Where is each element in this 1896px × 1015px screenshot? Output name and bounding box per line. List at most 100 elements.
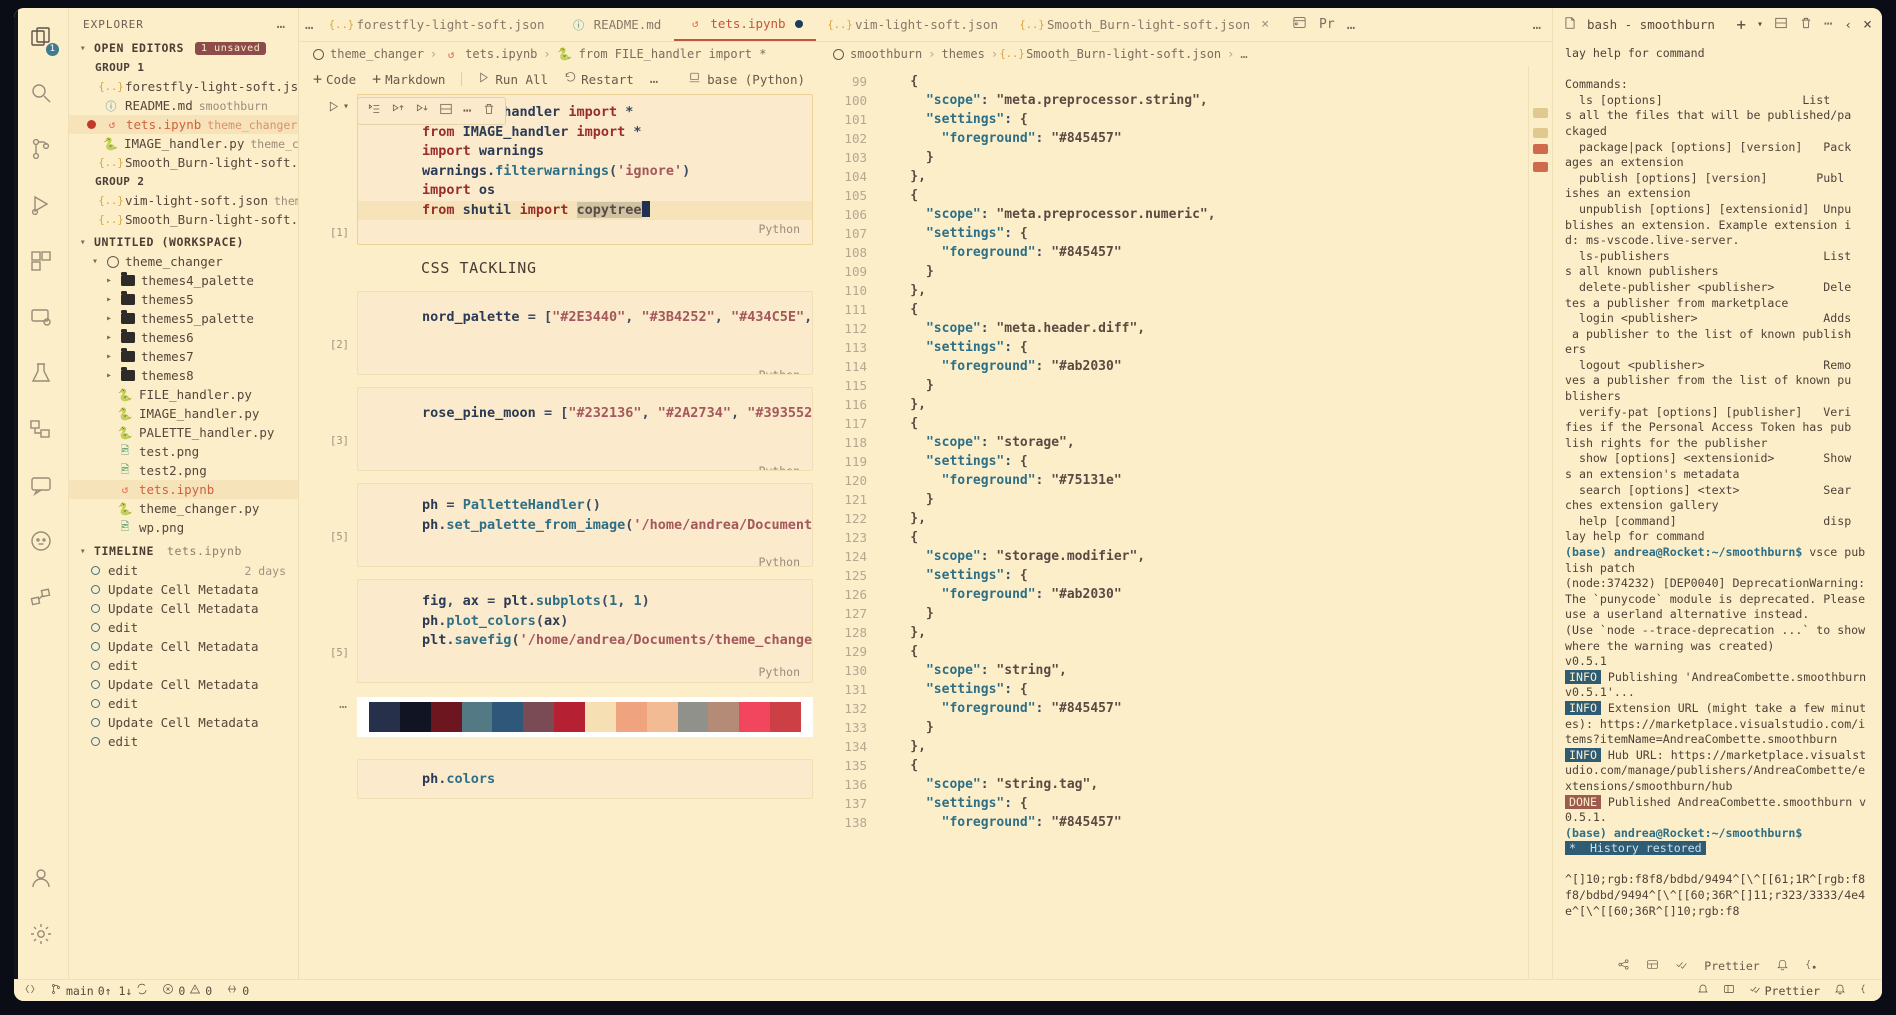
run-below-icon[interactable] bbox=[415, 102, 429, 120]
cell-hover-toolbar[interactable]: ⋯ bbox=[357, 97, 507, 125]
file-theme-changer-py[interactable]: 🐍 theme_changer.py bbox=[69, 499, 298, 518]
activity-item-extensions[interactable] bbox=[26, 248, 56, 278]
json-line[interactable]: { bbox=[879, 528, 1528, 547]
timeline-entry[interactable]: Update Cell Metadata bbox=[69, 713, 298, 732]
folder-themes5[interactable]: ▸ themes5 bbox=[69, 290, 298, 309]
share-icon[interactable] bbox=[1617, 958, 1630, 974]
ports-indicator[interactable]: 0 bbox=[226, 983, 249, 998]
notebook-cell-1[interactable]: ▾ [1] from FILE_handler import * from IM… bbox=[299, 94, 819, 245]
sync-icon[interactable] bbox=[136, 983, 148, 998]
cell-content[interactable]: fig, ax = plt.subplots(1, 1) ph.plot_col… bbox=[357, 579, 813, 683]
json-line[interactable]: { bbox=[879, 186, 1528, 205]
activity-item-copilot[interactable] bbox=[26, 528, 56, 558]
problems-indicator[interactable]: 0 0 bbox=[162, 983, 212, 998]
timeline-entry[interactable]: edit bbox=[69, 618, 298, 637]
file-wp-png[interactable]: 🖻 wp.png bbox=[69, 518, 298, 537]
open-editor-smooth-burn-2[interactable]: {..} Smooth_Burn-light-soft.json s… bbox=[69, 210, 298, 229]
chevron-down-icon[interactable]: ▾ bbox=[1757, 19, 1763, 30]
kernel-picker[interactable]: base (Python) bbox=[688, 71, 805, 87]
json-line[interactable]: "scope": "meta.preprocessor.string", bbox=[879, 91, 1528, 110]
notebook-cell-4[interactable]: [3] rose_pine_moon = ["#232136", "#2A273… bbox=[299, 387, 819, 471]
folder-themes4-palette[interactable]: ▸ themes4_palette bbox=[69, 271, 298, 290]
folder-themes5-palette[interactable]: ▸ themes5_palette bbox=[69, 309, 298, 328]
activity-item-comments[interactable] bbox=[26, 472, 56, 502]
add-code-cell-button[interactable]: + Code bbox=[313, 70, 356, 88]
json-line[interactable]: }, bbox=[879, 167, 1528, 186]
close-icon[interactable]: × bbox=[1261, 17, 1269, 32]
json-line[interactable]: { bbox=[879, 642, 1528, 661]
timeline-entry[interactable]: Update Cell Metadata bbox=[69, 580, 298, 599]
cell-language[interactable]: Python bbox=[358, 663, 812, 679]
json-line[interactable]: "scope": "storage.modifier", bbox=[879, 547, 1528, 566]
workspace-root-theme-changer[interactable]: ▾ theme_changer bbox=[69, 252, 298, 271]
terminal-output[interactable]: lay help for command Commands: ls [optio… bbox=[1553, 40, 1882, 953]
cell-language[interactable]: Python bbox=[358, 220, 812, 236]
json-line[interactable]: "foreground": "#845457" bbox=[879, 813, 1528, 832]
minimap[interactable] bbox=[1528, 66, 1552, 979]
timeline-entry[interactable]: edit 2 days bbox=[69, 561, 298, 580]
json-line[interactable]: } bbox=[879, 718, 1528, 737]
notebook-cell-5[interactable]: [5] ph = PalletteHandler() ph.set_palett… bbox=[299, 483, 819, 567]
tab-tets-ipynb[interactable]: ↺ tets.ipynb bbox=[674, 8, 816, 41]
json-line[interactable]: }, bbox=[879, 395, 1528, 414]
notebook-toolbar-more-button[interactable]: … bbox=[650, 71, 659, 87]
brackets-icon[interactable] bbox=[1860, 983, 1872, 998]
restart-button[interactable]: Restart bbox=[564, 71, 634, 87]
breadcrumb-item[interactable]: smoothburn bbox=[850, 47, 922, 61]
json-editor-body[interactable]: 99 100 101 102 103 104 105 106 107 108 109 110 111 11… bbox=[819, 66, 1552, 979]
json-line[interactable]: "scope": "string.tag", bbox=[879, 775, 1528, 794]
json-line[interactable]: "foreground": "#ab2030" bbox=[879, 585, 1528, 604]
explorer-more-button[interactable]: … bbox=[277, 16, 286, 32]
json-line[interactable]: } bbox=[879, 262, 1528, 281]
open-editor-vim-light[interactable]: {..} vim-light-soft.json theme_chan… bbox=[69, 191, 298, 210]
json-line[interactable]: { bbox=[879, 72, 1528, 91]
json-line[interactable]: "foreground": "#ab2030" bbox=[879, 357, 1528, 376]
open-editor-smooth-burn[interactable]: {..} Smooth_Burn-light-soft.json s… bbox=[69, 153, 298, 172]
section-timeline[interactable]: ▾ TIMELINE tets.ipynb bbox=[69, 541, 298, 561]
brackets-icon[interactable] bbox=[1805, 958, 1818, 974]
cell-content[interactable]: ph = PalletteHandler() ph.set_palette_fr… bbox=[357, 483, 813, 567]
tab-readme-md[interactable]: ⓘ README.md bbox=[558, 8, 675, 41]
cell-more-icon[interactable]: ⋯ bbox=[463, 103, 472, 119]
json-line[interactable]: }, bbox=[879, 281, 1528, 300]
cell-content[interactable]: nord_palette = ["#2E3440", "#3B4252", "#… bbox=[357, 291, 813, 375]
json-line[interactable]: "settings": { bbox=[879, 566, 1528, 585]
timeline-entry[interactable]: Update Cell Metadata bbox=[69, 599, 298, 618]
activity-item-explorer[interactable]: 1 bbox=[26, 24, 59, 56]
timeline-entry[interactable]: Update Cell Metadata bbox=[69, 675, 298, 694]
activity-item-accounts[interactable] bbox=[26, 865, 56, 895]
tab-dirty-indicator[interactable] bbox=[794, 19, 803, 28]
file-FILE-handler-py[interactable]: 🐍 FILE_handler.py bbox=[69, 385, 298, 404]
json-line[interactable]: "scope": "string", bbox=[879, 661, 1528, 680]
breadcrumb-item[interactable]: tets.ipynb bbox=[465, 47, 537, 61]
file-IMAGE-handler-py[interactable]: 🐍 IMAGE_handler.py bbox=[69, 404, 298, 423]
notebook-cell-3[interactable]: [2] nord_palette = ["#2E3440", "#3B4252"… bbox=[299, 291, 819, 375]
more-icon[interactable]: … bbox=[1347, 17, 1356, 33]
run-all-button[interactable]: Run All bbox=[478, 71, 548, 87]
json-line[interactable]: "scope": "meta.preprocessor.numeric", bbox=[879, 205, 1528, 224]
json-line[interactable]: } bbox=[879, 148, 1528, 167]
activity-item-remote-explorer[interactable] bbox=[26, 304, 56, 334]
branch-indicator[interactable]: main 0↑ 1↓ bbox=[50, 983, 148, 998]
remote-indicator[interactable] bbox=[24, 983, 36, 998]
json-line[interactable]: } bbox=[879, 490, 1528, 509]
activity-item-run-and-debug[interactable] bbox=[26, 192, 56, 222]
section-open-editors[interactable]: ▾ OPEN EDITORS 1 unsaved bbox=[69, 38, 298, 58]
bell-icon[interactable] bbox=[1697, 983, 1709, 998]
notebook-cell-6[interactable]: [5] fig, ax = plt.subplots(1, 1) ph.plot… bbox=[299, 579, 819, 683]
cell-content[interactable]: ph.colors bbox=[357, 759, 813, 799]
json-code[interactable]: { "scope": "meta.preprocessor.string", "… bbox=[879, 66, 1528, 979]
activity-item-search[interactable] bbox=[26, 80, 56, 110]
cell-language[interactable]: Python bbox=[358, 462, 812, 471]
more-icon[interactable]: ⋯ bbox=[1824, 16, 1833, 32]
json-line[interactable]: } bbox=[879, 604, 1528, 623]
open-editor-image-handler[interactable]: 🐍 IMAGE_handler.py theme_changer bbox=[69, 134, 298, 153]
json-line[interactable]: { bbox=[879, 414, 1528, 433]
file-test2-png[interactable]: 🖻 test2.png bbox=[69, 461, 298, 480]
activity-item-testing[interactable] bbox=[26, 360, 56, 390]
breadcrumb-item[interactable]: from FILE_handler import * bbox=[579, 47, 767, 61]
notebook-cell-2-markdown[interactable]: CSS TACKLING bbox=[299, 245, 819, 287]
file-test-png[interactable]: 🖻 test.png bbox=[69, 442, 298, 461]
open-editor-tets-ipynb[interactable]: ↺ tets.ipynb theme_changer bbox=[69, 115, 298, 134]
timeline-entry[interactable]: edit bbox=[69, 732, 298, 751]
